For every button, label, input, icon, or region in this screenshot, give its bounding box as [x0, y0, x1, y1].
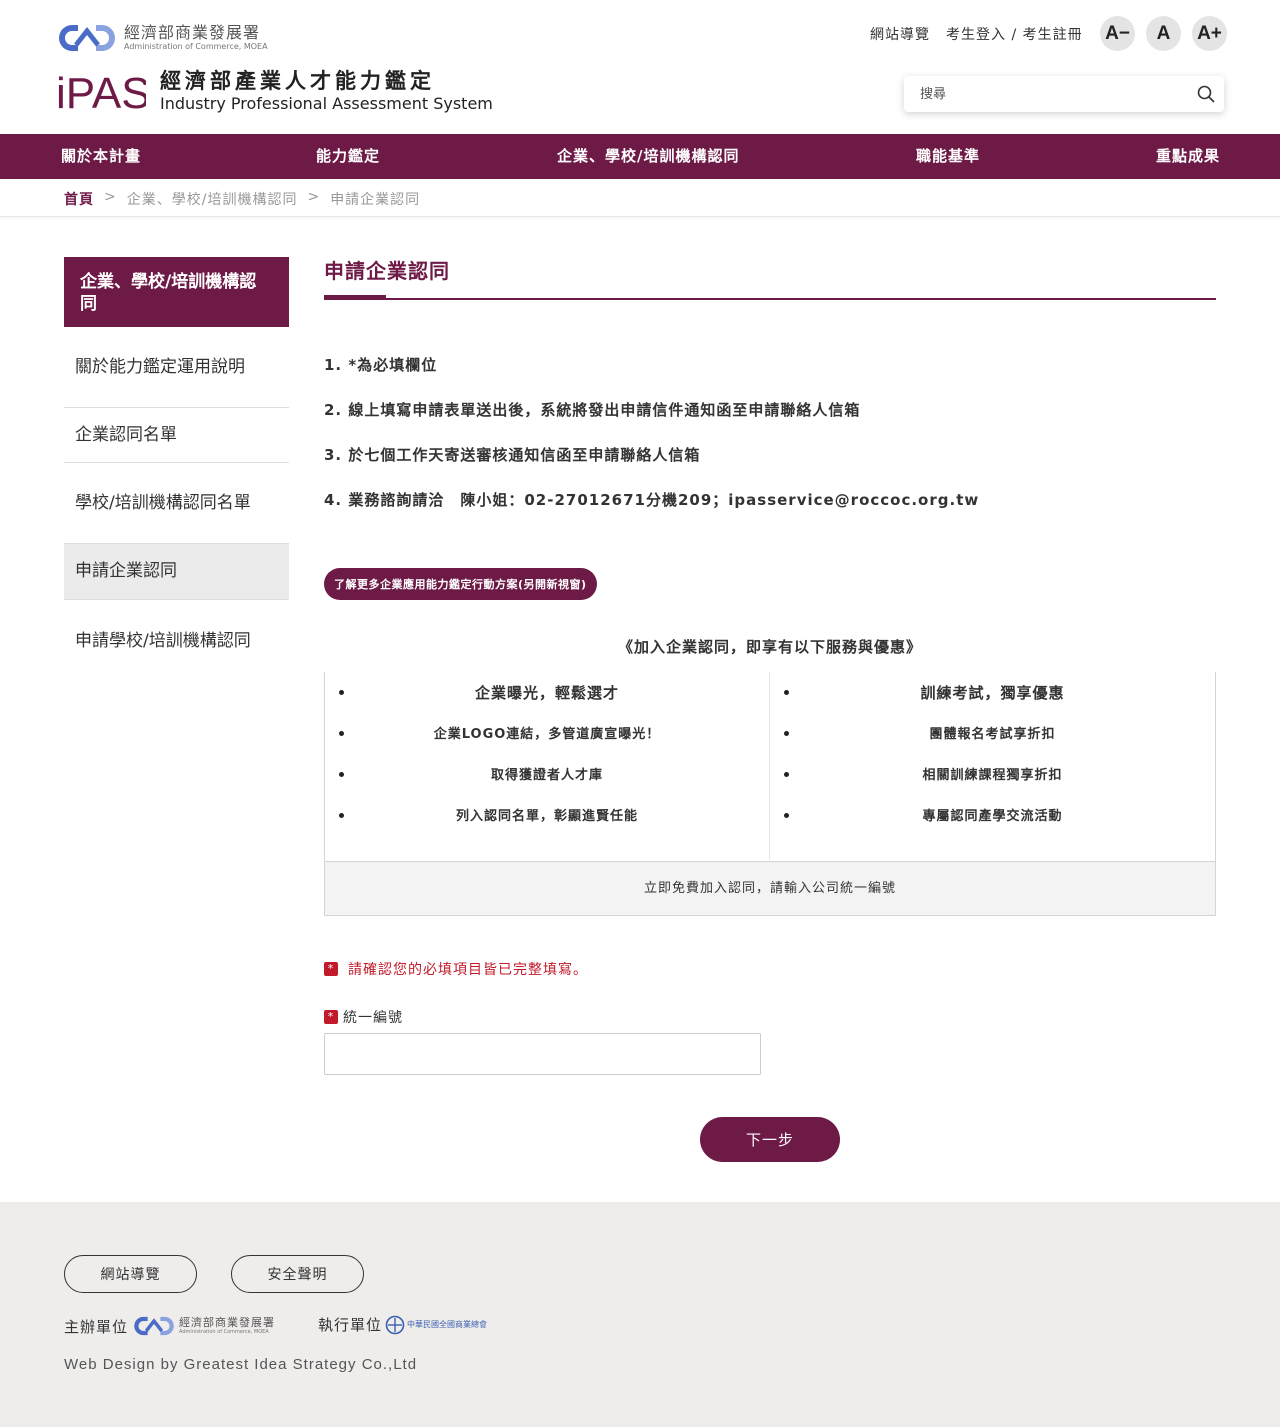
benefit-head-text: 企業曝光，輕鬆選才 [474, 683, 619, 702]
sidebar-item-apply-enterprise[interactable]: 申請企業認同 [64, 544, 289, 600]
benefit-heading: 《加入企業認同，即享有以下服務與優惠》 [617, 638, 922, 656]
required-icon: * [324, 962, 338, 976]
benefit-item-text: 相關訓練課程獨享折扣 [922, 768, 1063, 783]
benefit-column-right: 訓練考試，獨享優惠 團體報名考試享折扣 相關訓練課程獨享折扣 專屬認同產學交流活… [770, 672, 1215, 860]
moea-logo-icon [59, 25, 115, 51]
tax-id-input[interactable] [324, 1033, 761, 1075]
ipas-logo[interactable]: iPAS 經濟部產業人才能力鑑定 Industry Professional A… [56, 66, 493, 116]
font-size-controls: A− A A+ [1100, 16, 1227, 51]
font-larger-button[interactable]: A+ [1192, 16, 1227, 51]
top-links: 網站導覽 考生登入 / 考生註冊 [870, 24, 1083, 44]
tax-id-label: * 統一編號 [324, 1007, 403, 1027]
benefit-head-text: 訓練考試，獨享優惠 [920, 683, 1065, 702]
sitemap-link[interactable]: 網站導覽 [870, 24, 930, 44]
breadcrumb-level1[interactable]: 企業、學校/培訓機構認同 [127, 189, 298, 209]
note-item: 4. 業務諮詢請洽 陳小姐：02-27012671分機209；ipasservi… [324, 491, 980, 509]
moea-name-en: Administration of Commerce, MOEA [124, 42, 268, 51]
ipas-name-en: Industry Professional Assessment System [160, 94, 493, 113]
benefit-box: 企業曝光，輕鬆選才 企業LOGO連結，多管道廣宣曝光！ 取得獲證者人才庫 列入認… [324, 672, 1216, 916]
font-normal-button[interactable]: A [1146, 16, 1181, 51]
ipas-logo-letters: iPAS [56, 69, 146, 114]
ipas-logo-icon: iPAS [56, 69, 146, 114]
title-divider-accent [324, 295, 386, 300]
benefit-item: 取得獲證者人才庫 [325, 753, 769, 794]
benefit-item: 企業LOGO連結，多管道廣宣曝光！ [325, 712, 769, 753]
sidebar-item-enterprise-list[interactable]: 企業認同名單 [64, 408, 289, 463]
learn-more-button[interactable]: 了解更多企業應用能力鑑定行動方案(另開新視窗) [324, 568, 597, 600]
title-divider [324, 298, 1216, 300]
executor-name-zh: 中華民國全國商業總會 [407, 1320, 488, 1329]
nav-item-about[interactable]: 關於本計畫 [61, 134, 141, 179]
search-icon[interactable] [1188, 76, 1224, 112]
site-footer: 網站導覽 安全聲明 主辦單位 經濟部商業發展署 Administration o… [0, 1202, 1280, 1427]
bullet-icon [784, 812, 789, 818]
sidebar: 企業、學校/培訓機構認同 關於能力鑑定運用說明 企業認同名單 學校/培訓機構認同… [64, 257, 289, 682]
nav-item-competency-standards[interactable]: 職能基準 [916, 134, 980, 179]
page-title: 申請企業認同 [324, 259, 450, 283]
search-input[interactable] [904, 76, 1188, 112]
search-box [904, 76, 1224, 112]
benefit-head: 企業曝光，輕鬆選才 [325, 672, 769, 712]
benefit-item: 列入認同名單，彰顯進賢任能 [325, 794, 769, 835]
sidebar-title: 企業、學校/培訓機構認同 [64, 257, 289, 327]
nav-item-achievements[interactable]: 重點成果 [1156, 134, 1220, 179]
nav-item-recognition[interactable]: 企業、學校/培訓機構認同 [557, 134, 739, 179]
bullet-icon [339, 730, 344, 736]
required-warning-text: 請確認您的必填項目皆已完整填寫。 [348, 962, 588, 978]
footer-security-button[interactable]: 安全聲明 [231, 1255, 364, 1293]
benefit-item-text: 專屬認同產學交流活動 [922, 809, 1063, 824]
benefit-column-left: 企業曝光，輕鬆選才 企業LOGO連結，多管道廣宣曝光！ 取得獲證者人才庫 列入認… [325, 672, 770, 860]
breadcrumb-separator: > [104, 189, 117, 205]
moea-logo-icon[interactable] [132, 1314, 176, 1338]
moea-logo[interactable]: 經濟部商業發展署 Administration of Commerce, MOE… [56, 20, 268, 56]
benefit-item-text: 團體報名考試享折扣 [929, 727, 1056, 742]
required-icon: * [324, 1010, 338, 1024]
design-credit: Web Design by Greatest Idea Strategy Co.… [64, 1356, 418, 1373]
sidebar-item-school-list[interactable]: 學校/培訓機構認同名單 [64, 463, 289, 544]
site-header: 經濟部商業發展署 Administration of Commerce, MOE… [0, 0, 1280, 134]
benefit-item-text: 取得獲證者人才庫 [490, 768, 603, 783]
benefit-item: 相關訓練課程獨享折扣 [770, 753, 1215, 794]
organizer-name-en: Administration of Commerce, MOEA [179, 1328, 269, 1335]
benefit-item: 專屬認同產學交流活動 [770, 794, 1215, 835]
ipas-name-zh: 經濟部產業人才能力鑑定 [160, 69, 435, 93]
breadcrumb: 首頁 > 企業、學校/培訓機構認同 > 申請企業認同 [0, 179, 1280, 217]
breadcrumb-separator: > [307, 189, 321, 205]
sidebar-item-apply-school[interactable]: 申請學校/培訓機構認同 [64, 600, 289, 682]
bullet-icon [339, 812, 344, 818]
executor-row: 執行單位 中華民國全國商業總會 [318, 1314, 487, 1335]
roccoc-logo-icon[interactable] [385, 1315, 405, 1335]
executor-label: 執行單位 [318, 1316, 383, 1334]
moea-name-zh: 經濟部商業發展署 [124, 23, 261, 42]
bullet-icon [339, 690, 344, 695]
breadcrumb-home[interactable]: 首頁 [64, 189, 94, 209]
nav-item-assessment[interactable]: 能力鑑定 [316, 134, 380, 179]
bullet-icon [339, 771, 344, 777]
benefit-footer: 立即免費加入認同，請輸入公司統一編號 [325, 861, 1215, 915]
benefit-head: 訓練考試，獨享優惠 [770, 672, 1215, 712]
benefit-item: 團體報名考試享折扣 [770, 712, 1215, 753]
next-step-button[interactable]: 下一步 [700, 1117, 840, 1162]
organizer-row: 主辦單位 經濟部商業發展署 Administration of Commerce… [64, 1314, 275, 1338]
main-content: 申請企業認同 1. *為必填欄位 2. 線上填寫申請表單送出後，系統將發出申請信… [324, 250, 1216, 1162]
bullet-icon [784, 730, 789, 736]
font-smaller-button[interactable]: A− [1100, 16, 1135, 51]
benefit-item-text: 列入認同名單，彰顯進賢任能 [455, 809, 638, 824]
required-warning: * 請確認您的必填項目皆已完整填寫。 [324, 959, 588, 979]
notes-list: 1. *為必填欄位 2. 線上填寫申請表單送出後，系統將發出申請信件通知函至申請… [324, 354, 1216, 534]
note-item: 2. 線上填寫申請表單送出後，系統將發出申請信件通知函至申請聯絡人信箱 [324, 401, 861, 419]
footer-sitemap-button[interactable]: 網站導覽 [64, 1255, 197, 1293]
benefit-item-text: 企業LOGO連結，多管道廣宣曝光！ [433, 727, 661, 742]
note-item: 1. *為必填欄位 [324, 356, 438, 374]
bullet-icon [784, 771, 789, 777]
note-item: 3. 於七個工作天寄送審核通知信函至申請聯絡人信箱 [324, 446, 701, 464]
login-register-link[interactable]: 考生登入 / 考生註冊 [946, 24, 1083, 44]
tax-id-label-text: 統一編號 [343, 1010, 403, 1026]
organizer-label: 主辦單位 [64, 1317, 129, 1336]
sidebar-item-usage-guide[interactable]: 關於能力鑑定運用說明 [64, 327, 289, 408]
organizer-name-zh: 經濟部商業發展署 [179, 1315, 276, 1329]
bullet-icon [784, 690, 789, 695]
breadcrumb-current: 申請企業認同 [330, 192, 421, 208]
main-nav: 關於本計畫 能力鑑定 企業、學校/培訓機構認同 職能基準 重點成果 [0, 134, 1280, 179]
